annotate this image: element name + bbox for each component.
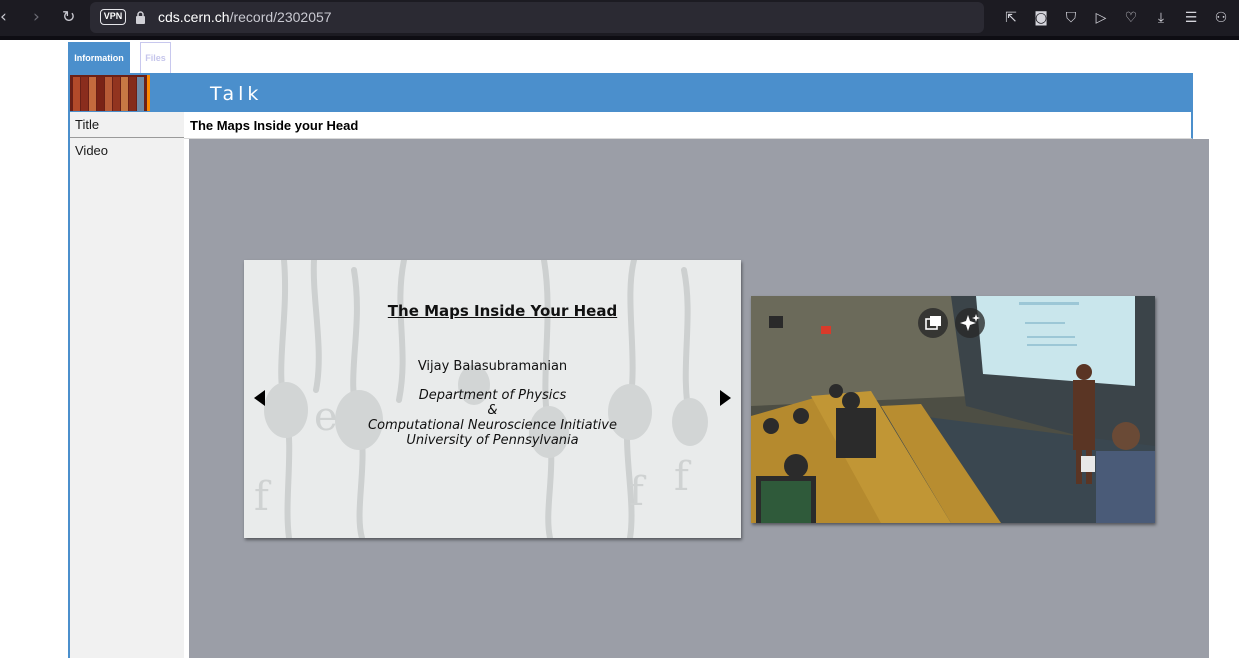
slide-university: University of Pennsylvania [406,433,579,448]
forward-icon[interactable]: › [33,0,40,36]
slide-author: Vijay Balasubramanian [417,359,568,374]
sparkle-enhance-icon[interactable] [955,308,985,338]
slide-heading: The Maps Inside Your Head [387,302,618,320]
reload-icon[interactable]: ↻ [62,0,75,36]
collection-thumbnail [70,75,150,111]
browser-toolbar: ‹ › ↻ VPN cds.cern.ch/record/2302057 ⇱ ◙… [0,0,1239,36]
title-row: Title [70,112,184,138]
url-host: cds.cern.ch [158,9,230,25]
chrome-divider [0,36,1239,40]
vpn-badge[interactable]: VPN [100,9,126,25]
download-icon[interactable]: ⤓ [1146,10,1176,26]
slide-ampersand: & [487,403,498,418]
tab-information[interactable]: Information [68,42,130,74]
next-slide-arrow-icon[interactable] [720,390,731,406]
picture-in-picture-icon[interactable] [918,308,948,338]
shield-icon[interactable]: ⛉ [1056,10,1086,26]
profile-icon[interactable]: ⚇ [1206,10,1236,26]
record-header: Talk [68,73,1193,112]
record-title: The Maps Inside your Head [190,118,359,133]
url-text[interactable]: cds.cern.ch/record/2302057 [158,9,332,25]
camera-icon[interactable]: ◙ [1026,10,1056,26]
video-label: Video [75,143,109,158]
slide-institute: Computational Neuroscience Initiative [368,418,617,433]
address-bar[interactable]: VPN cds.cern.ch/record/2302057 [90,2,984,33]
camera-video-feed[interactable] [751,296,1155,523]
back-icon[interactable]: ‹ [0,0,7,36]
slide-department: Department of Physics [418,388,567,403]
share-icon[interactable]: ⇱ [996,10,1026,26]
field-labels-column: Title Video [68,112,184,658]
lock-icon [136,11,145,24]
previous-slide-arrow-icon[interactable] [254,390,265,406]
title-label: Title [75,117,100,132]
menu-icon[interactable]: ☰ [1176,10,1206,26]
tab-files[interactable]: Files [140,42,171,74]
presentation-slide[interactable]: e f f f The Maps Inside Your Head Vijay … [244,260,741,538]
play-icon[interactable]: ▷ [1086,10,1116,26]
url-path: /record/2302057 [229,9,332,25]
record-type-title: Talk [210,83,263,105]
lecture-hall-image [751,296,1155,523]
heart-icon[interactable]: ♡ [1116,10,1146,26]
